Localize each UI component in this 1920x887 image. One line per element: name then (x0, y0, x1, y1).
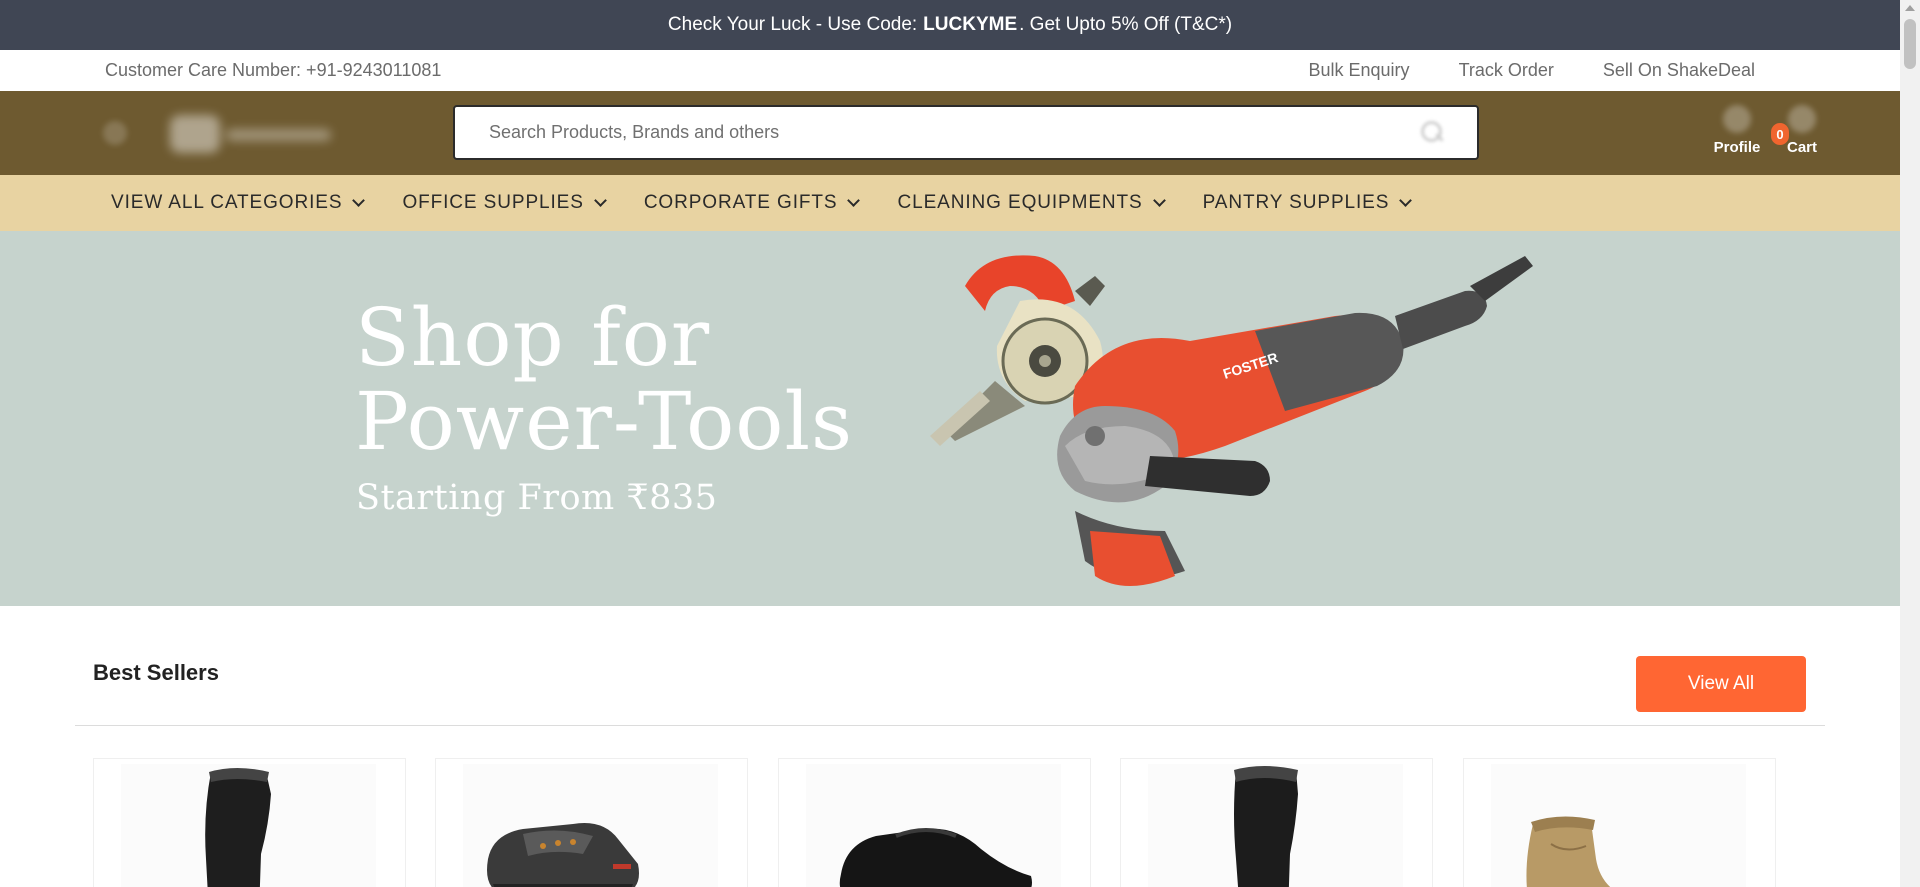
nav-office-supplies[interactable]: OFFICE SUPPLIES (402, 192, 607, 214)
nav-label: CORPORATE GIFTS (643, 192, 838, 213)
product-card[interactable] (1463, 758, 1776, 887)
sell-on-shakedeal-link[interactable]: Sell On ShakeDeal (1603, 60, 1755, 81)
banner-headline-line2: Power-Tools (355, 375, 854, 468)
product-image (1491, 764, 1746, 887)
nav-label: OFFICE SUPPLIES (402, 192, 584, 213)
nav-view-all-categories[interactable]: VIEW ALL CATEGORIES (111, 192, 366, 214)
promo-text-after: . Get Upto 5% Off (T&C*) (1019, 14, 1233, 35)
gumboot-icon (1234, 766, 1298, 887)
nav-label: CLEANING EQUIPMENTS (897, 192, 1143, 213)
nav-corporate-gifts[interactable]: CORPORATE GIFTS (643, 192, 861, 214)
logo-mark (170, 115, 220, 153)
formal-shoe-icon (839, 828, 1032, 887)
utility-bar: Customer Care Number: +91-9243011081 Bul… (0, 50, 1900, 91)
search-box (453, 105, 1479, 160)
product-image (121, 764, 376, 887)
customer-care-number: Customer Care Number: +91-9243011081 (105, 60, 442, 80)
promo-bar[interactable]: Check Your Luck - Use Code: LUCKYME . Ge… (0, 0, 1900, 50)
category-nav: VIEW ALL CATEGORIES OFFICE SUPPLIES CORP… (0, 175, 1900, 231)
page-scrollbar[interactable] (1900, 0, 1920, 887)
chevron-down-icon (1152, 193, 1166, 207)
search-input[interactable] (469, 107, 1409, 158)
page: Check Your Luck - Use Code: LUCKYME . Ge… (0, 0, 1920, 887)
chevron-down-icon (847, 193, 861, 207)
chevron-down-icon (1399, 193, 1413, 207)
scroll-up-arrow-icon[interactable] (1905, 5, 1915, 11)
nav-pantry-supplies[interactable]: PANTRY SUPPLIES (1202, 192, 1413, 214)
utility-links: Bulk Enquiry Track Order Sell On ShakeDe… (1309, 60, 1756, 81)
bulk-enquiry-link[interactable]: Bulk Enquiry (1309, 60, 1410, 81)
best-sellers-title: Best Sellers (93, 660, 219, 685)
scrollbar-thumb[interactable] (1904, 19, 1916, 69)
section-divider (75, 725, 1825, 726)
gumboot-icon (205, 768, 271, 887)
profile-label: Profile (1713, 139, 1761, 156)
product-image (806, 764, 1061, 887)
hero-banner[interactable]: Shop for Power-Tools Starting From ₹835 (0, 231, 1900, 606)
promo-code: LUCKYME (923, 14, 1018, 35)
product-image (463, 764, 718, 887)
logo-wordmark (226, 129, 331, 141)
product-card[interactable] (93, 758, 406, 887)
profile-button[interactable]: Profile (1707, 105, 1767, 167)
nav-label: VIEW ALL CATEGORIES (111, 192, 343, 213)
header: Profile Cart (0, 91, 1900, 175)
tan-boot-icon (1526, 816, 1611, 887)
power-tools-image: FOSTER (930, 255, 1533, 586)
product-card[interactable] (778, 758, 1091, 887)
cart-icon (1788, 105, 1816, 133)
view-all-button[interactable]: View All (1636, 656, 1806, 712)
chevron-down-icon (593, 193, 607, 207)
banner-headline: Shop for Power-Tools (355, 296, 853, 464)
product-card[interactable] (1120, 758, 1433, 887)
chevron-down-icon (352, 193, 366, 207)
safety-shoe-icon (487, 823, 639, 887)
nav-cleaning-equipments[interactable]: CLEANING EQUIPMENTS (897, 192, 1166, 214)
banner-subline: Starting From ₹835 (356, 478, 718, 518)
promo-text-before: Check Your Luck - Use Code: (667, 14, 918, 35)
banner-headline-line1: Shop for (355, 291, 711, 384)
user-icon (1723, 105, 1751, 133)
angle-grinder-icon: FOSTER (1057, 256, 1533, 586)
search-icon[interactable] (1421, 121, 1443, 143)
product-image (1148, 764, 1403, 887)
product-card[interactable] (435, 758, 748, 887)
logo[interactable] (170, 115, 335, 153)
menu-icon[interactable] (103, 121, 127, 145)
nav-label: PANTRY SUPPLIES (1202, 192, 1390, 213)
cart-count-badge: 0 (1771, 123, 1789, 145)
best-sellers-carousel (93, 758, 1813, 887)
track-order-link[interactable]: Track Order (1459, 60, 1554, 81)
